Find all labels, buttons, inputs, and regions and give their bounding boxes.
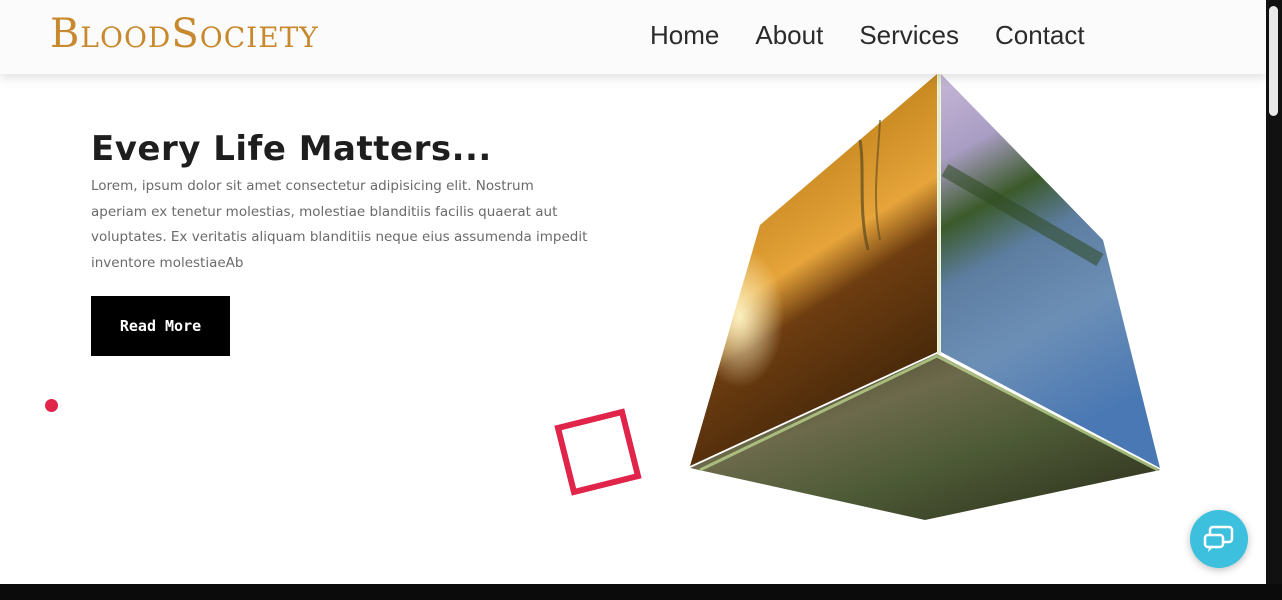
page-scrollbar[interactable] bbox=[1266, 0, 1282, 584]
hero-description: Lorem, ipsum dolor sit amet consectetur … bbox=[91, 178, 588, 271]
hero-title: Every Life Matters... bbox=[91, 128, 492, 169]
top-navbar: BloodSociety Home About Services Contact bbox=[0, 0, 1266, 74]
browser-viewport: BloodSociety Home About Services Contact… bbox=[0, 0, 1266, 584]
window-bottom-edge bbox=[0, 584, 1282, 600]
decorative-square-outline bbox=[554, 408, 642, 496]
main-nav: Home About Services Contact bbox=[650, 20, 1085, 50]
cube-face-sunset-image bbox=[690, 74, 937, 466]
cube-face-bottom-image bbox=[690, 354, 1160, 520]
read-more-button[interactable]: Read More bbox=[91, 296, 230, 356]
nav-home-link[interactable]: Home bbox=[650, 20, 719, 50]
nav-services-link[interactable]: Services bbox=[859, 20, 959, 50]
cube-face-lake-image bbox=[941, 74, 1160, 468]
chat-bubbles-icon bbox=[1203, 525, 1234, 552]
rotating-image-cube bbox=[690, 74, 1160, 520]
scrollbar-thumb[interactable] bbox=[1269, 6, 1278, 116]
brand-logo[interactable]: BloodSociety bbox=[50, 12, 319, 56]
nav-about-link[interactable]: About bbox=[755, 20, 823, 50]
chat-support-button[interactable] bbox=[1190, 510, 1248, 568]
nav-contact-link[interactable]: Contact bbox=[995, 20, 1085, 50]
decorative-dot bbox=[45, 399, 58, 412]
